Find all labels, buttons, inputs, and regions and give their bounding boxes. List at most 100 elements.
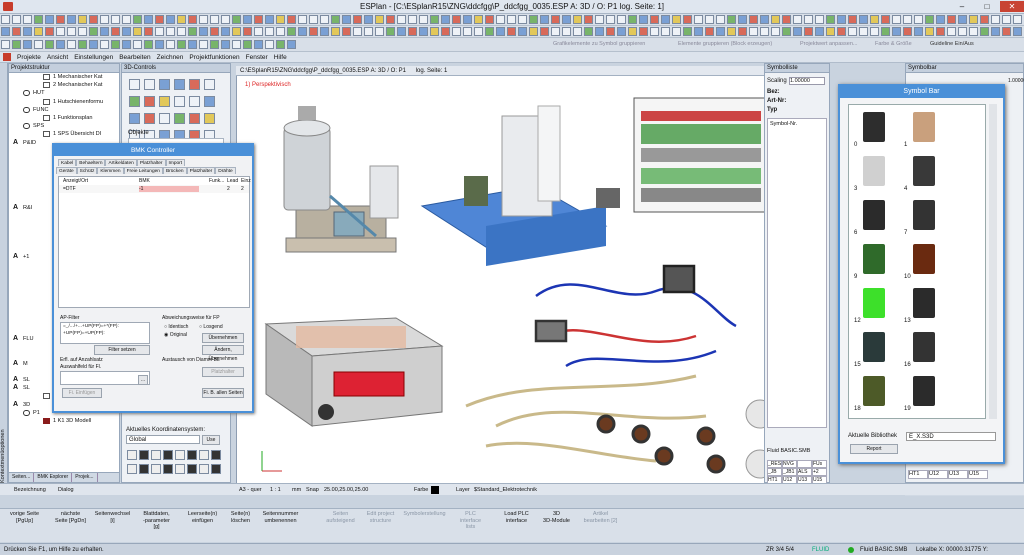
toolbar-icon[interactable] — [199, 15, 208, 24]
toolbar-icon[interactable] — [1013, 15, 1022, 24]
hose-assembly[interactable] — [465, 374, 726, 474]
right-grid-button[interactable]: U13 — [948, 470, 968, 479]
function-key[interactable]: Load PLC interface — [494, 511, 539, 541]
3d-view-icon[interactable] — [199, 450, 209, 460]
toolbar-icon[interactable] — [221, 27, 230, 36]
toolbar-icon[interactable] — [826, 15, 835, 24]
tree-row[interactable]: FUNC — [9, 106, 119, 114]
toolbar-icon[interactable] — [12, 27, 21, 36]
radio-single[interactable]: ○ Losgend — [199, 324, 223, 330]
3d-control-icon[interactable] — [159, 113, 170, 124]
toolbar-icon[interactable] — [265, 40, 274, 49]
3d-view-icon[interactable] — [139, 450, 149, 460]
toolbar-icon[interactable] — [518, 15, 527, 24]
function-key[interactable]: Seitennummer umbenennen — [258, 511, 303, 541]
symbol-cell[interactable]: 15 — [853, 329, 897, 369]
radio-original[interactable]: ◉ Original — [164, 332, 187, 338]
toolbar-icon[interactable] — [628, 27, 637, 36]
bmk-tab[interactable]: Drähte — [215, 167, 236, 174]
toolbar-icon[interactable] — [342, 15, 351, 24]
toolbar-icon[interactable] — [210, 40, 219, 49]
toolbar-icon[interactable] — [397, 15, 406, 24]
toolbar-icon[interactable] — [518, 27, 527, 36]
toolbar-icon[interactable] — [166, 15, 175, 24]
menu-item[interactable]: Zeichnen — [157, 52, 184, 63]
toolbar-icon[interactable] — [595, 15, 604, 24]
bmk-tab[interactable]: Schütz — [76, 167, 98, 174]
toolbar-icon[interactable] — [122, 27, 131, 36]
toolbar-icon[interactable] — [485, 15, 494, 24]
toolbar-icon[interactable] — [419, 15, 428, 24]
toolbar-icon[interactable] — [650, 15, 659, 24]
toolbar-icon[interactable] — [870, 27, 879, 36]
replace-button[interactable]: Ändern, Übernehmen — [202, 345, 244, 362]
toolbar-icon[interactable] — [474, 27, 483, 36]
toolbar-icon[interactable] — [23, 15, 32, 24]
toolbar-icon[interactable] — [243, 27, 252, 36]
scaling-input[interactable]: 1.00000 — [789, 77, 825, 85]
bmk-column-header[interactable]: Einz — [241, 178, 251, 184]
toolbar-icon[interactable] — [67, 27, 76, 36]
function-key[interactable]: nächste Seite [PgDn] — [48, 511, 93, 541]
toolbar-icon[interactable] — [1, 27, 10, 36]
toolbar-icon[interactable] — [34, 27, 43, 36]
toolbar-icon[interactable] — [1, 40, 10, 49]
toolbar-icon[interactable] — [265, 15, 274, 24]
toolbar-icon[interactable] — [100, 40, 109, 49]
toolbar-icon[interactable] — [298, 15, 307, 24]
bmk-tab[interactable]: Platzhalter — [186, 167, 216, 174]
tree-row[interactable]: 1 Funktionsplan — [9, 114, 119, 122]
toolbar-icon[interactable] — [45, 15, 54, 24]
3d-view-icon[interactable] — [199, 464, 209, 474]
toolbar-icon[interactable] — [782, 15, 791, 24]
toolbar-icon[interactable] — [298, 27, 307, 36]
toolbar-icon[interactable] — [67, 15, 76, 24]
symbol-cell[interactable]: 0 — [853, 109, 897, 149]
toolbar-icon[interactable] — [34, 15, 43, 24]
minimize-button[interactable]: – — [950, 1, 974, 12]
toolbar-icon[interactable] — [859, 27, 868, 36]
menu-item[interactable]: Projekte — [17, 52, 41, 63]
toolbar-icon[interactable] — [936, 15, 945, 24]
toolbar-icon[interactable] — [232, 15, 241, 24]
toolbar-icon[interactable] — [650, 27, 659, 36]
menu-item[interactable]: Einstellungen — [74, 52, 113, 63]
toolbar-icon[interactable] — [375, 15, 384, 24]
symbol-grid-button[interactable]: _RES — [767, 460, 782, 468]
toolbar-icon[interactable] — [1, 15, 10, 24]
toolbar-icon[interactable] — [210, 15, 219, 24]
symbol-scrollbar[interactable] — [989, 104, 997, 419]
tree-row[interactable]: 1 Mechanischer Kat — [9, 73, 119, 81]
toolbar-icon[interactable] — [859, 15, 868, 24]
symbol-grid-button[interactable]: +2 — [812, 468, 827, 476]
toolbar-icon[interactable] — [144, 27, 153, 36]
toolbar-icon[interactable] — [705, 15, 714, 24]
toolbar-icon[interactable] — [188, 40, 197, 49]
toolbar-icon[interactable] — [23, 27, 32, 36]
toolbar-icon[interactable] — [639, 27, 648, 36]
toolbar-icon[interactable] — [540, 15, 549, 24]
toolbar-icon[interactable] — [386, 15, 395, 24]
toolbar-icon[interactable] — [562, 27, 571, 36]
menu-item[interactable]: Hilfe — [274, 52, 287, 63]
symbol-cell[interactable]: 9 — [853, 241, 897, 281]
toolbar-icon[interactable] — [749, 27, 758, 36]
symbol-cell[interactable]: 6 — [853, 197, 897, 237]
toolbar-icon[interactable] — [892, 27, 901, 36]
filter-text[interactable]: =_/.../+...+UP(FP)=+*(FP): +UP(FP)=+UP(F… — [60, 322, 150, 344]
3d-control-icon[interactable] — [174, 79, 185, 90]
symbol-grid-button[interactable]: NVG — [782, 460, 797, 468]
toolbar-icon[interactable] — [826, 27, 835, 36]
toolbar-icon[interactable] — [210, 27, 219, 36]
toolbar-icon[interactable] — [320, 27, 329, 36]
3d-control-icon[interactable] — [189, 113, 200, 124]
tree-tab[interactable]: BMK Explorer — [34, 473, 73, 482]
platform-model[interactable] — [420, 105, 620, 266]
toolbar-icon[interactable] — [573, 15, 582, 24]
3d-view-icon[interactable] — [211, 464, 221, 474]
tank-model[interactable] — [283, 106, 399, 253]
3d-view-icon[interactable] — [139, 464, 149, 474]
toolbar-icon[interactable] — [606, 15, 615, 24]
toolbar-icon[interactable] — [881, 27, 890, 36]
toolbar-icon[interactable] — [793, 27, 802, 36]
